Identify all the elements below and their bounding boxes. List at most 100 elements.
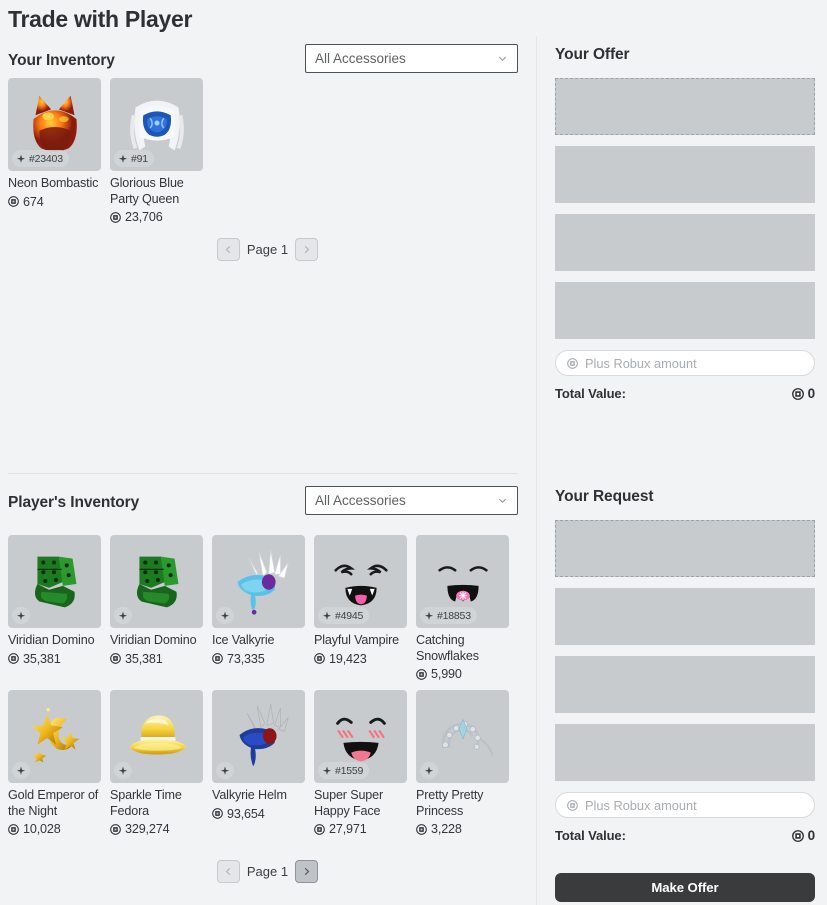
your-inventory-heading: Your Inventory <box>8 52 115 69</box>
sparkle-icon <box>220 611 230 620</box>
item-limited-badge <box>114 762 132 779</box>
item-thumbnail <box>8 690 101 783</box>
player-inventory-item-card[interactable]: Viridian Domino 35,381 <box>110 535 203 681</box>
your-request-slot-4[interactable] <box>555 724 815 781</box>
chevron-left-icon <box>225 867 231 876</box>
inventories-column: Your Inventory All Accessories #23403 Ne… <box>0 44 535 905</box>
item-thumbnail <box>212 690 305 783</box>
item-name: Catching Snowflakes <box>416 633 479 663</box>
item-serial-badge: #1559 <box>318 762 370 779</box>
your-offer-robux-placeholder: Plus Robux amount <box>585 355 697 371</box>
player-inventory-item-card[interactable]: #1559 Super Super Happy Face 27,971 <box>314 690 407 836</box>
item-thumbnail: #23403 <box>8 78 101 171</box>
section-divider <box>8 473 518 474</box>
item-name: Neon Bombastic <box>8 176 99 190</box>
your-inventory-item-card[interactable]: #23403 Neon Bombastic 674 <box>8 78 101 224</box>
player-inventory-next-page-button[interactable] <box>295 860 319 883</box>
player-inventory-filter-value: All Accessories <box>315 493 406 508</box>
your-offer-slot-3[interactable] <box>555 214 815 271</box>
robux-icon <box>567 357 578 369</box>
item-name: Glorious Blue Party Queen <box>110 176 184 206</box>
player-inventory-item-card[interactable]: Pretty Pretty Princess 3,228 <box>416 690 509 836</box>
item-name: Playful Vampire <box>314 633 400 647</box>
player-inventory-heading: Player's Inventory <box>8 494 140 511</box>
player-inventory-item-card[interactable]: Viridian Domino 35,381 <box>8 535 101 681</box>
item-limited-badge <box>216 762 234 779</box>
your-request-slot-2[interactable] <box>555 588 815 645</box>
your-offer-slot-2[interactable] <box>555 146 815 203</box>
player-inventory-prev-page-button[interactable] <box>216 860 240 883</box>
your-request-total-value: 0 <box>807 828 816 843</box>
your-inventory-prev-page-button[interactable] <box>216 238 240 261</box>
your-inventory-next-page-button[interactable] <box>295 238 319 261</box>
robux-icon <box>8 653 19 664</box>
item-thumbnail: #1559 <box>314 690 407 783</box>
your-offer-total-label: Total Value: <box>555 386 626 401</box>
player-inventory-item-card[interactable]: Sparkle Time Fedora 329,274 <box>110 690 203 836</box>
player-inventory-item-card[interactable]: Ice Valkyrie 73,335 <box>212 535 305 681</box>
item-limited-badge <box>420 762 438 779</box>
item-price: 27,971 <box>314 822 407 836</box>
your-inventory-page-label: Page 1 <box>246 242 289 257</box>
sparkle-icon <box>16 766 26 775</box>
item-price-value: 329,274 <box>125 822 170 836</box>
item-thumbnail <box>416 690 509 783</box>
sparkle-icon <box>220 766 230 775</box>
item-thumbnail <box>110 535 203 628</box>
item-name: Pretty Pretty Princess <box>416 788 484 818</box>
your-inventory-filter-select[interactable]: All Accessories <box>305 44 518 73</box>
chevron-left-icon <box>225 245 231 254</box>
item-price-value: 27,971 <box>329 822 367 836</box>
item-price-value: 3,228 <box>431 822 462 836</box>
item-thumbnail <box>212 535 305 628</box>
item-serial-number: #18853 <box>437 609 471 622</box>
item-serial-number: #1559 <box>335 764 364 777</box>
your-offer-total-row: Total Value: 0 <box>555 386 815 401</box>
your-request-slot-1[interactable] <box>555 520 815 577</box>
player-inventory-item-card[interactable]: #18853 Catching Snowflakes 5,990 <box>416 535 509 681</box>
item-name: Super Super Happy Face <box>314 788 384 818</box>
item-price: 93,654 <box>212 807 305 821</box>
your-offer-slot-4[interactable] <box>555 282 815 339</box>
player-inventory-pagination: Page 1 <box>0 860 535 883</box>
item-serial-number: #23403 <box>29 152 63 165</box>
sparkle-icon <box>322 611 332 620</box>
trade-page: Trade with Player Your Inventory All Acc… <box>0 0 827 905</box>
item-name: Ice Valkyrie <box>212 633 275 647</box>
item-price-value: 73,335 <box>227 651 265 666</box>
your-request-heading: Your Request <box>555 488 654 505</box>
player-inventory-filter-select[interactable]: All Accessories <box>305 486 518 515</box>
your-request-total-row: Total Value: 0 <box>555 828 815 843</box>
robux-icon <box>314 823 325 835</box>
item-price-value: 5,990 <box>431 667 462 681</box>
player-inventory-item-card[interactable]: Gold Emperor of the Night 10,028 <box>8 690 101 836</box>
player-inventory-header: Player's Inventory All Accessories <box>0 486 535 520</box>
chevron-right-icon <box>304 867 310 876</box>
your-offer-total-value-group: 0 <box>791 386 815 401</box>
player-inventory-page-label: Page 1 <box>246 864 289 879</box>
player-inventory-item-card[interactable]: Valkyrie Helm 93,654 <box>212 690 305 836</box>
player-inventory-item-card[interactable]: #4945 Playful Vampire 19,423 <box>314 535 407 681</box>
robux-icon <box>8 196 19 207</box>
item-serial-badge: #91 <box>114 150 154 167</box>
chevron-right-icon <box>304 245 310 254</box>
sparkle-icon <box>118 766 128 775</box>
item-price: 10,028 <box>8 822 101 836</box>
your-offer-robux-input[interactable]: Plus Robux amount <box>555 350 815 376</box>
item-thumbnail <box>8 535 101 628</box>
sparkle-icon <box>118 611 128 620</box>
your-request-robux-placeholder: Plus Robux amount <box>585 797 697 813</box>
make-offer-button[interactable]: Make Offer <box>555 873 815 902</box>
your-request-total-label: Total Value: <box>555 828 626 843</box>
sparkle-icon <box>322 766 332 775</box>
item-price-value: 19,423 <box>329 651 367 666</box>
your-offer-slot-1[interactable] <box>555 78 815 135</box>
your-request-slot-3[interactable] <box>555 656 815 713</box>
item-name: Viridian Domino <box>110 633 197 647</box>
robux-icon <box>110 211 121 223</box>
your-request-robux-input[interactable]: Plus Robux amount <box>555 792 815 818</box>
your-inventory-grid: #23403 Neon Bombastic 674 #91 Glorious B… <box>0 78 535 224</box>
your-offer-panel: Your Offer Plus Robux amount Total Value… <box>555 46 815 401</box>
your-inventory-item-card[interactable]: #91 Glorious Blue Party Queen 23,706 <box>110 78 203 224</box>
chevron-down-icon <box>498 56 507 62</box>
